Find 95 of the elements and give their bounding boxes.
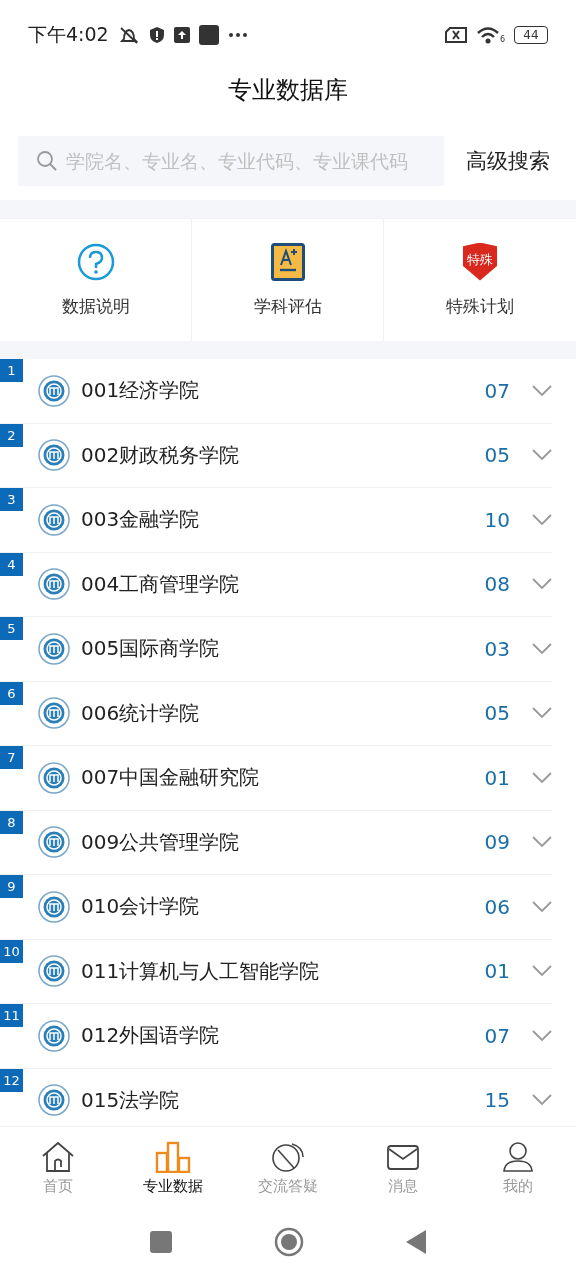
college-row[interactable]: 10 011计算机与人工智能学院 01 [0, 939, 552, 1004]
college-name: 015法学院 [81, 1086, 181, 1114]
wifi-label: 6 [499, 35, 505, 44]
college-row[interactable]: 1 001经济学院 07 [0, 359, 552, 424]
grade-icon [270, 242, 305, 281]
index-badge: 10 [0, 939, 23, 963]
college-name: 006统计学院 [81, 699, 201, 727]
major-count: 10 [484, 507, 510, 532]
more-icon [227, 32, 248, 38]
emblem-icon [38, 632, 70, 665]
emblem-icon [38, 697, 70, 730]
major-count: 07 [484, 1023, 510, 1048]
emblem-icon [38, 1019, 70, 1052]
college-name: 011计算机与人工智能学院 [81, 957, 321, 985]
college-name: 007中国金融研究院 [81, 764, 261, 792]
college-name: 001经济学院 [81, 377, 201, 405]
index-badge: 5 [0, 617, 23, 640]
chevron-down-icon [532, 384, 552, 397]
chevron-down-icon [532, 1029, 552, 1042]
upload-icon [173, 27, 190, 43]
college-name: 010会计学院 [81, 893, 201, 921]
emblem-icon [38, 955, 70, 988]
college-row[interactable]: 3 003金融学院 10 [0, 488, 552, 553]
emblem-icon [38, 1084, 70, 1117]
college-name: 005国际商学院 [81, 635, 221, 663]
index-badge: 4 [0, 552, 23, 576]
major-count: 01 [484, 959, 510, 984]
major-count: 07 [484, 378, 510, 403]
index-badge: 2 [0, 423, 23, 447]
chevron-down-icon [532, 642, 552, 655]
index-badge: 12 [0, 1068, 23, 1092]
major-count: 05 [484, 701, 510, 726]
chevron-down-icon [532, 513, 552, 526]
page-title: 专业数据库 [228, 75, 348, 106]
shortcut-button[interactable]: 特殊 特殊计划 [384, 219, 576, 341]
major-count: 05 [484, 443, 510, 468]
satellite-dish-icon [270, 1140, 306, 1173]
emblem-icon [38, 503, 70, 536]
recents-button[interactable] [150, 1230, 172, 1253]
battery-icon: 44 [514, 26, 548, 44]
chevron-down-icon [532, 836, 552, 849]
bar-chart-icon [154, 1140, 191, 1173]
emblem-icon [38, 374, 70, 407]
emblem-icon [38, 826, 70, 859]
tab-item[interactable]: 专业数据 [115, 1127, 231, 1209]
college-row[interactable]: 7 007中国金融研究院 01 [0, 746, 552, 811]
emblem-icon [38, 568, 70, 601]
emblem-icon [38, 439, 70, 472]
college-name: 004工商管理学院 [81, 570, 241, 598]
shield-icon [148, 26, 165, 44]
mute-icon [117, 25, 140, 45]
major-count: 08 [484, 572, 510, 597]
chevron-down-icon [532, 707, 552, 720]
major-count: 15 [484, 1088, 510, 1113]
app-icon [198, 25, 219, 45]
special-badge: 特殊 [463, 242, 497, 281]
college-row[interactable]: 6 006统计学院 05 [0, 681, 552, 746]
college-row[interactable]: 2 002财政税务学院 05 [0, 423, 552, 488]
chevron-down-icon [532, 965, 552, 978]
back-button[interactable] [406, 1229, 426, 1254]
index-badge: 9 [0, 875, 23, 898]
college-name: 003金融学院 [81, 506, 201, 534]
home-button[interactable] [274, 1226, 304, 1257]
advanced-search-link[interactable]: 高级搜索 [466, 147, 550, 175]
college-name: 012外国语学院 [81, 1022, 221, 1050]
chevron-down-icon [532, 578, 552, 591]
college-row[interactable]: 9 010会计学院 06 [0, 875, 552, 940]
no-sim-icon [444, 27, 467, 43]
major-count: 06 [484, 894, 510, 919]
wifi-icon [475, 26, 500, 44]
major-count: 01 [484, 765, 510, 790]
college-row[interactable]: 11 012外国语学院 07 [0, 1004, 552, 1069]
emblem-icon [38, 761, 70, 794]
major-count: 03 [484, 636, 510, 661]
college-row[interactable]: 8 009公共管理学院 09 [0, 810, 552, 875]
chevron-down-icon [532, 1094, 552, 1107]
college-name: 009公共管理学院 [81, 828, 241, 856]
index-badge: 8 [0, 810, 23, 834]
chevron-down-icon [532, 900, 552, 913]
index-badge: 1 [0, 359, 23, 382]
emblem-icon [38, 890, 70, 923]
index-badge: 7 [0, 746, 23, 769]
college-row[interactable]: 12 015法学院 15 [0, 1068, 552, 1126]
major-count: 09 [484, 830, 510, 855]
search-field[interactable]: 学院名、专业名、专业代码、专业课代码 [18, 136, 444, 186]
index-badge: 3 [0, 488, 23, 511]
college-name: 002财政税务学院 [81, 441, 241, 469]
status-time: 下午4:02 [28, 22, 109, 47]
question-icon [76, 242, 115, 281]
college-row[interactable]: 4 004工商管理学院 08 [0, 552, 552, 617]
college-row[interactable]: 5 005国际商学院 03 [0, 617, 552, 682]
chevron-down-icon [532, 771, 552, 784]
index-badge: 6 [0, 681, 23, 705]
index-badge: 11 [0, 1004, 23, 1027]
chevron-down-icon [532, 449, 552, 462]
